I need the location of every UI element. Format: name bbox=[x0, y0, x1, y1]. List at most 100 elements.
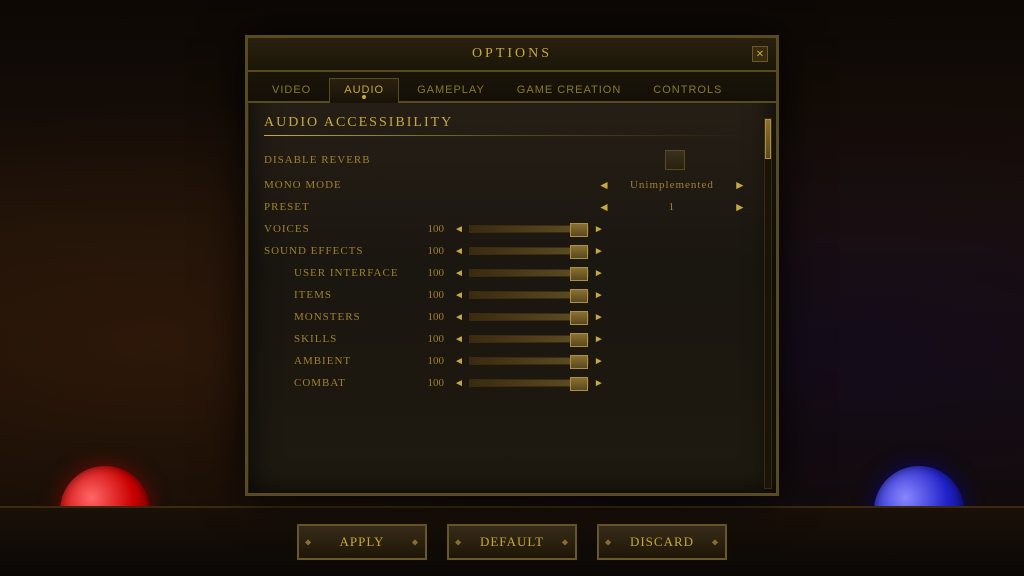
tab-audio[interactable]: Audio bbox=[329, 78, 399, 101]
slider-next-voices[interactable]: ► bbox=[592, 224, 606, 235]
slider-thumb-items[interactable] bbox=[570, 289, 588, 303]
setting-controls-voices: 100 ◄ ► bbox=[414, 223, 745, 235]
settings-content: Audio Accessibility Disable Reverb Mono … bbox=[248, 103, 776, 406]
setting-row-monsters: Monsters 100 ◄ ► bbox=[264, 306, 745, 328]
volume-value-combat: 100 bbox=[414, 377, 444, 389]
scrollbar-track[interactable] bbox=[764, 118, 772, 489]
slider-container-monsters: ◄ ► bbox=[452, 312, 606, 323]
active-tab-indicator bbox=[362, 95, 366, 99]
setting-row-sound_effects: Sound Effects 100 ◄ ► bbox=[264, 240, 745, 262]
setting-row-voices: Voices 100 ◄ ► bbox=[264, 218, 745, 240]
slider-container-skills: ◄ ► bbox=[452, 334, 606, 345]
setting-row-user_interface: User Interface 100 ◄ ► bbox=[264, 262, 745, 284]
slider-prev-combat[interactable]: ◄ bbox=[452, 378, 466, 389]
scrollbar-thumb[interactable] bbox=[765, 119, 771, 159]
slider-track-ambient[interactable] bbox=[469, 357, 589, 365]
setting-controls-preset: ◄ 1 ► bbox=[414, 200, 750, 214]
slider-thumb-voices[interactable] bbox=[570, 223, 588, 237]
tab-controls[interactable]: Controls bbox=[639, 78, 736, 101]
slider-fill-combat bbox=[470, 380, 570, 386]
slider-track-monsters[interactable] bbox=[469, 313, 589, 321]
slider-prev-user_interface[interactable]: ◄ bbox=[452, 268, 466, 279]
tab-video[interactable]: Video bbox=[258, 78, 325, 101]
slider-fill-voices bbox=[470, 226, 570, 232]
slider-container-combat: ◄ ► bbox=[452, 378, 606, 389]
volume-value-ambient: 100 bbox=[414, 355, 444, 367]
preset-next[interactable]: ► bbox=[730, 200, 750, 214]
slider-thumb-monsters[interactable] bbox=[570, 311, 588, 325]
dialog-title-bar: Options ✕ bbox=[248, 38, 776, 72]
slider-thumb-combat[interactable] bbox=[570, 377, 588, 391]
setting-label-disable-reverb: Disable Reverb bbox=[264, 154, 414, 166]
setting-controls-disable-reverb bbox=[414, 150, 745, 170]
tab-gameplay[interactable]: Gameplay bbox=[403, 78, 499, 101]
volume-value-voices: 100 bbox=[414, 223, 444, 235]
setting-label-skills: Skills bbox=[264, 333, 414, 345]
setting-label-preset: Preset bbox=[264, 201, 414, 213]
dialog-title: Options bbox=[472, 46, 552, 62]
bottom-action-bar: Apply Default Discard bbox=[0, 506, 1024, 576]
slider-next-combat[interactable]: ► bbox=[592, 378, 606, 389]
slider-track-user_interface[interactable] bbox=[469, 269, 589, 277]
setting-label-ambient: Ambient bbox=[264, 355, 414, 367]
setting-controls-ambient: 100 ◄ ► bbox=[414, 355, 745, 367]
volume-value-items: 100 bbox=[414, 289, 444, 301]
slider-next-ambient[interactable]: ► bbox=[592, 356, 606, 367]
mono-mode-prev[interactable]: ◄ bbox=[594, 178, 614, 192]
slider-prev-skills[interactable]: ◄ bbox=[452, 334, 466, 345]
slider-next-items[interactable]: ► bbox=[592, 290, 606, 301]
setting-controls-combat: 100 ◄ ► bbox=[414, 377, 745, 389]
preset-value: 1 bbox=[622, 201, 722, 213]
slider-fill-ambient bbox=[470, 358, 570, 364]
setting-label-mono-mode: Mono Mode bbox=[264, 179, 414, 191]
slider-next-skills[interactable]: ► bbox=[592, 334, 606, 345]
setting-row-skills: Skills 100 ◄ ► bbox=[264, 328, 745, 350]
slider-container-voices: ◄ ► bbox=[452, 224, 606, 235]
slider-container-ambient: ◄ ► bbox=[452, 356, 606, 367]
slider-prev-sound_effects[interactable]: ◄ bbox=[452, 246, 466, 257]
setting-label-sound_effects: Sound Effects bbox=[264, 245, 414, 257]
setting-controls-mono-mode: ◄ Unimplemented ► bbox=[414, 178, 750, 192]
slider-track-skills[interactable] bbox=[469, 335, 589, 343]
setting-label-monsters: Monsters bbox=[264, 311, 414, 323]
slider-fill-sound_effects bbox=[470, 248, 570, 254]
slider-prev-items[interactable]: ◄ bbox=[452, 290, 466, 301]
setting-row-ambient: Ambient 100 ◄ ► bbox=[264, 350, 745, 372]
preset-prev[interactable]: ◄ bbox=[594, 200, 614, 214]
setting-row-combat: Combat 100 ◄ ► bbox=[264, 372, 745, 394]
slider-track-voices[interactable] bbox=[469, 225, 589, 233]
mono-mode-next[interactable]: ► bbox=[730, 178, 750, 192]
setting-row-mono-mode: Mono Mode ◄ Unimplemented ► bbox=[264, 174, 745, 196]
slider-prev-ambient[interactable]: ◄ bbox=[452, 356, 466, 367]
slider-thumb-sound_effects[interactable] bbox=[570, 245, 588, 259]
apply-button[interactable]: Apply bbox=[297, 524, 427, 560]
setting-label-combat: Combat bbox=[264, 377, 414, 389]
setting-label-items: Items bbox=[264, 289, 414, 301]
slider-rows: Voices 100 ◄ ► Sound Effects 100 ◄ bbox=[264, 218, 745, 394]
slider-container-user_interface: ◄ ► bbox=[452, 268, 606, 279]
slider-thumb-skills[interactable] bbox=[570, 333, 588, 347]
discard-button[interactable]: Discard bbox=[597, 524, 727, 560]
slider-prev-monsters[interactable]: ◄ bbox=[452, 312, 466, 323]
default-button[interactable]: Default bbox=[447, 524, 577, 560]
slider-next-user_interface[interactable]: ► bbox=[592, 268, 606, 279]
slider-track-combat[interactable] bbox=[469, 379, 589, 387]
setting-controls-monsters: 100 ◄ ► bbox=[414, 311, 745, 323]
toggle-disable-reverb[interactable] bbox=[665, 150, 685, 170]
close-button[interactable]: ✕ bbox=[752, 46, 768, 62]
slider-container-items: ◄ ► bbox=[452, 290, 606, 301]
tab-game-creation[interactable]: Game Creation bbox=[503, 78, 635, 101]
setting-row-items: Items 100 ◄ ► bbox=[264, 284, 745, 306]
volume-value-skills: 100 bbox=[414, 333, 444, 345]
slider-next-monsters[interactable]: ► bbox=[592, 312, 606, 323]
slider-thumb-ambient[interactable] bbox=[570, 355, 588, 369]
arrow-select-mono-mode: ◄ Unimplemented ► bbox=[594, 178, 750, 192]
slider-fill-skills bbox=[470, 336, 570, 342]
mono-mode-value: Unimplemented bbox=[622, 179, 722, 191]
slider-prev-voices[interactable]: ◄ bbox=[452, 224, 466, 235]
slider-track-items[interactable] bbox=[469, 291, 589, 299]
slider-thumb-user_interface[interactable] bbox=[570, 267, 588, 281]
slider-track-sound_effects[interactable] bbox=[469, 247, 589, 255]
section-title: Audio Accessibility bbox=[264, 115, 745, 131]
slider-next-sound_effects[interactable]: ► bbox=[592, 246, 606, 257]
